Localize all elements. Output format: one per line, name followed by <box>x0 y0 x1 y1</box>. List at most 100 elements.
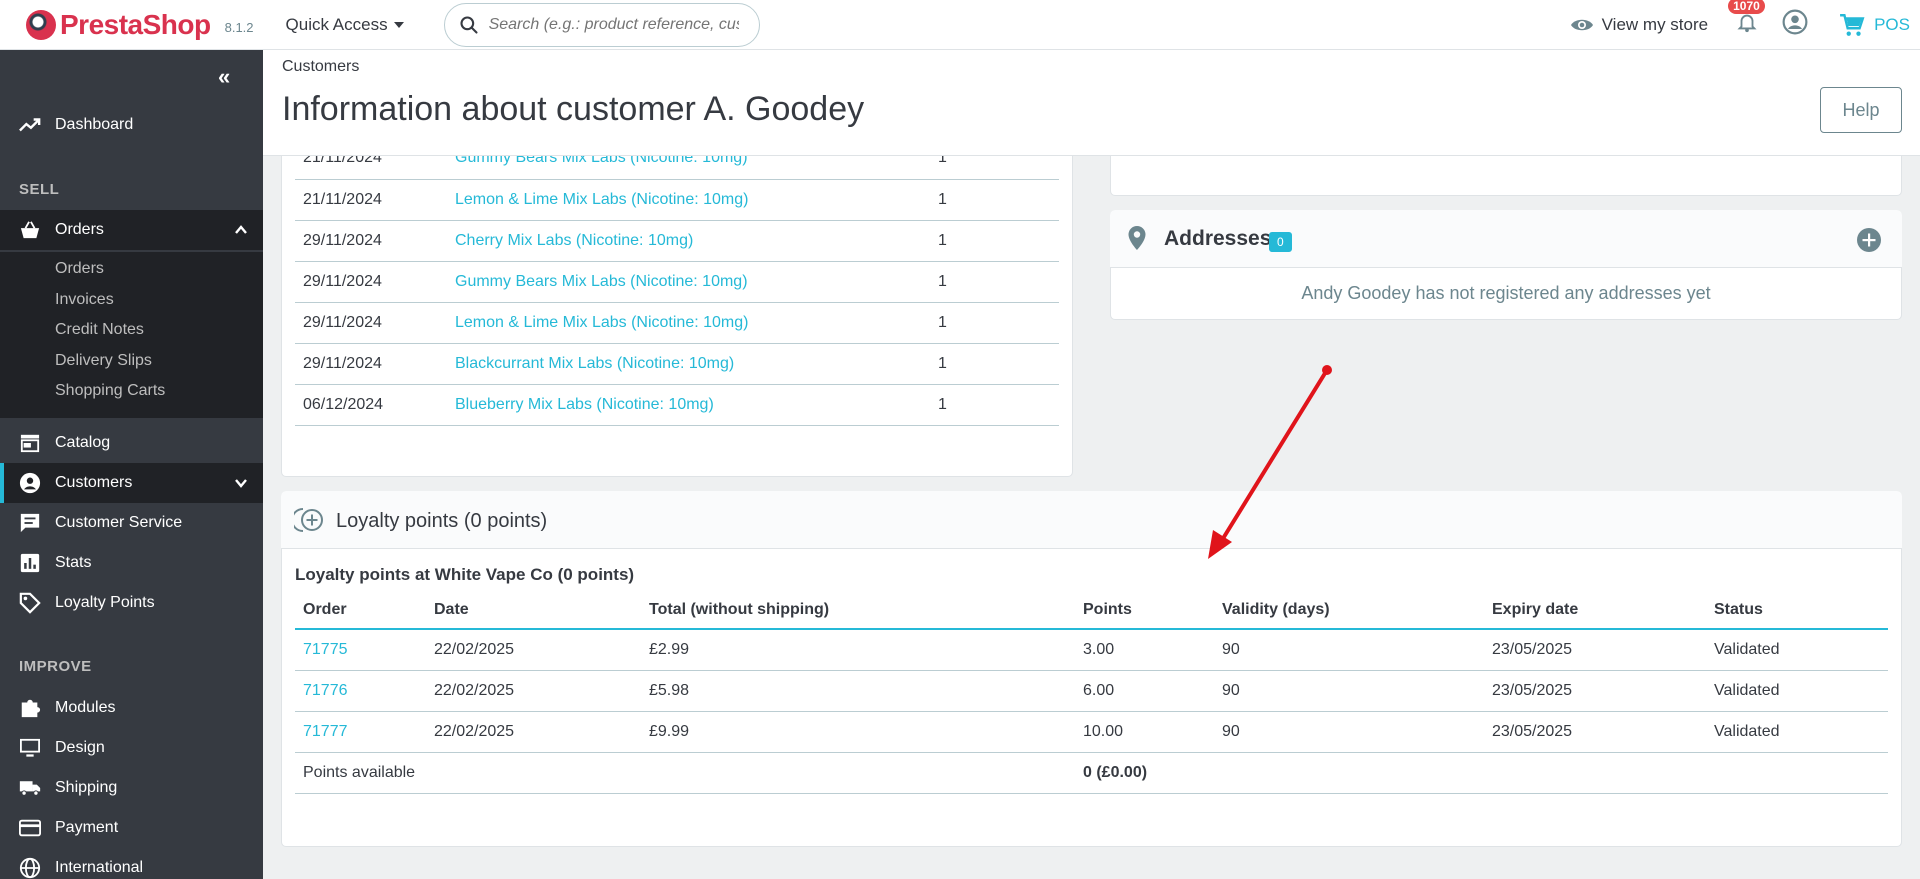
sidebar-item-loyalty-points[interactable]: Loyalty Points <box>0 583 263 623</box>
product-link[interactable]: Blueberry Mix Labs (Nicotine: 10mg) <box>447 384 930 426</box>
notifications-badge: 1070 <box>1728 0 1765 14</box>
addresses-title: Addresses <box>1164 227 1272 250</box>
table-row: 29/11/2024 Blackcurrant Mix Labs (Nicotin… <box>295 343 1059 385</box>
table-row: 29/11/2024 Cherry Mix Labs (Nicotine: 10m… <box>295 220 1059 262</box>
product-quantity: 1 <box>930 220 1059 262</box>
submenu-item-orders[interactable]: Orders <box>55 260 104 278</box>
product-link[interactable]: Cherry Mix Labs (Nicotine: 10mg) <box>447 220 930 262</box>
addresses-count-badge: 0 <box>1269 232 1292 252</box>
sidebar-item-label: Catalog <box>55 434 111 451</box>
submenu-item-delivery-slips[interactable]: Delivery Slips <box>55 352 152 370</box>
orders-submenu: Orders Invoices Credit Notes Delivery Sl… <box>0 252 263 418</box>
sidebar-item-label: Design <box>55 739 105 756</box>
order-link[interactable]: 71777 <box>295 711 426 753</box>
order-validity: 90 <box>1214 629 1484 671</box>
pos-link[interactable]: POS <box>1838 12 1910 38</box>
loyalty-points-subtitle: Loyalty points at White Vape Co (0 point… <box>295 565 635 584</box>
order-expiry: 23/05/2025 <box>1484 711 1706 753</box>
prestashop-logo[interactable]: PrestaShop <box>26 9 211 41</box>
column-header-total: Total (without shipping) <box>641 591 1075 630</box>
column-header-expiry: Expiry date <box>1484 591 1706 630</box>
order-points: 6.00 <box>1075 670 1214 712</box>
breadcrumb[interactable]: Customers <box>282 58 359 76</box>
top-header: PrestaShop 8.1.2 Quick Access View my st… <box>0 0 1920 50</box>
sidebar-item-stats[interactable]: Stats <box>0 543 263 583</box>
sidebar-item-shipping[interactable]: Shipping <box>0 768 263 808</box>
search-input[interactable] <box>488 15 739 34</box>
notifications-button[interactable]: 1070 <box>1728 0 1765 39</box>
view-store-link[interactable]: View my store <box>1570 13 1708 37</box>
sidebar-item-label: Customer Service <box>55 514 183 531</box>
table-row: 71777 22/02/2025 £9.99 10.00 90 23/05/2025 Val… <box>295 711 1888 753</box>
desktop-icon <box>19 737 41 759</box>
chevron-down-icon <box>235 479 247 488</box>
sidebar-section-improve: IMPROVE <box>19 658 92 675</box>
product-link[interactable]: Gummy Bears Mix Labs (Nicotine: 10mg) <box>447 261 930 303</box>
addresses-empty-message: Andy Goodey has not registered any addre… <box>1301 283 1711 303</box>
sidebar-item-label: Orders <box>55 221 104 238</box>
page-header: Customers Information about customer A. … <box>263 50 1920 156</box>
order-link[interactable]: 71776 <box>295 670 426 712</box>
order-expiry: 23/05/2025 <box>1484 629 1706 671</box>
order-total: £9.99 <box>641 711 1075 753</box>
sidebar-item-design[interactable]: Design <box>0 728 263 768</box>
search-icon <box>460 15 478 34</box>
trending-up-icon <box>19 114 41 136</box>
order-status: Validated <box>1706 629 1888 671</box>
product-link[interactable]: Blackcurrant Mix Labs (Nicotine: 10mg) <box>447 343 930 385</box>
sidebar-item-label: Customers <box>55 474 133 491</box>
help-button[interactable]: Help <box>1820 87 1902 133</box>
search-box[interactable] <box>443 2 760 47</box>
chat-icon <box>19 512 41 534</box>
quick-access-dropdown[interactable]: Quick Access <box>286 15 404 35</box>
table-row: 71776 22/02/2025 £5.98 6.00 90 23/05/2025 Vali… <box>295 670 1888 712</box>
sidebar-item-label: Loyalty Points <box>55 594 155 611</box>
sidebar: « Dashboard SELL Orders Orders Invoices … <box>0 50 263 879</box>
credit-card-icon <box>19 817 41 839</box>
sidebar-item-label: Dashboard <box>55 116 134 133</box>
column-header-date: Date <box>426 591 641 630</box>
product-quantity: 1 <box>930 343 1059 385</box>
order-expiry: 23/05/2025 <box>1484 670 1706 712</box>
sidebar-item-modules[interactable]: Modules <box>0 688 263 728</box>
sidebar-item-international[interactable]: International <box>0 848 263 879</box>
order-validity: 90 <box>1214 711 1484 753</box>
sidebar-item-customer-service[interactable]: Customer Service <box>0 503 263 543</box>
column-header-validity: Validity (days) <box>1214 591 1484 630</box>
sidebar-item-catalog[interactable]: Catalog <box>0 423 263 463</box>
column-header-points: Points <box>1075 591 1214 630</box>
store-icon <box>19 432 41 454</box>
submenu-item-credit-notes[interactable]: Credit Notes <box>55 321 144 339</box>
sidebar-item-dashboard[interactable]: Dashboard <box>0 105 263 145</box>
puzzle-icon <box>19 697 41 719</box>
submenu-item-invoices[interactable]: Invoices <box>55 291 114 309</box>
submenu-item-shopping-carts[interactable]: Shopping Carts <box>55 382 165 400</box>
sidebar-item-payment[interactable]: Payment <box>0 808 263 848</box>
loyalty-points-table: Order Date Total (without shipping) Poin… <box>295 591 1888 794</box>
page-title: Information about customer A. Goodey <box>282 90 865 128</box>
brand-name: PrestaShop <box>60 8 211 40</box>
product-link[interactable]: Lemon & Lime Mix Labs (Nicotine: 10mg) <box>447 179 930 221</box>
product-date: 29/11/2024 <box>295 220 447 262</box>
sidebar-item-orders[interactable]: Orders <box>0 210 263 250</box>
account-button[interactable] <box>1782 9 1808 40</box>
order-date: 22/02/2025 <box>426 670 641 712</box>
collapse-sidebar-icon[interactable]: « <box>218 64 230 90</box>
sidebar-item-label: Modules <box>55 699 116 716</box>
add-address-icon[interactable] <box>1856 227 1882 253</box>
bar-chart-icon <box>19 552 41 574</box>
order-points: 10.00 <box>1075 711 1214 753</box>
loyalty-points-title: Loyalty points (0 points) <box>336 510 548 532</box>
loyalty-plus-circle-icon <box>294 508 323 532</box>
shopping-cart-icon <box>1840 13 1865 36</box>
order-link[interactable]: 71775 <box>295 629 426 671</box>
globe-icon <box>19 857 41 879</box>
eye-icon <box>1570 19 1593 30</box>
sidebar-item-label: Shipping <box>55 779 118 796</box>
product-link[interactable]: Lemon & Lime Mix Labs (Nicotine: 10mg) <box>447 302 930 344</box>
sidebar-item-customers[interactable]: Customers <box>0 463 263 503</box>
product-quantity: 1 <box>930 179 1059 221</box>
version-label: 8.1.2 <box>224 20 254 35</box>
quick-access-label: Quick Access <box>285 14 388 34</box>
view-store-label: View my store <box>1601 14 1709 34</box>
